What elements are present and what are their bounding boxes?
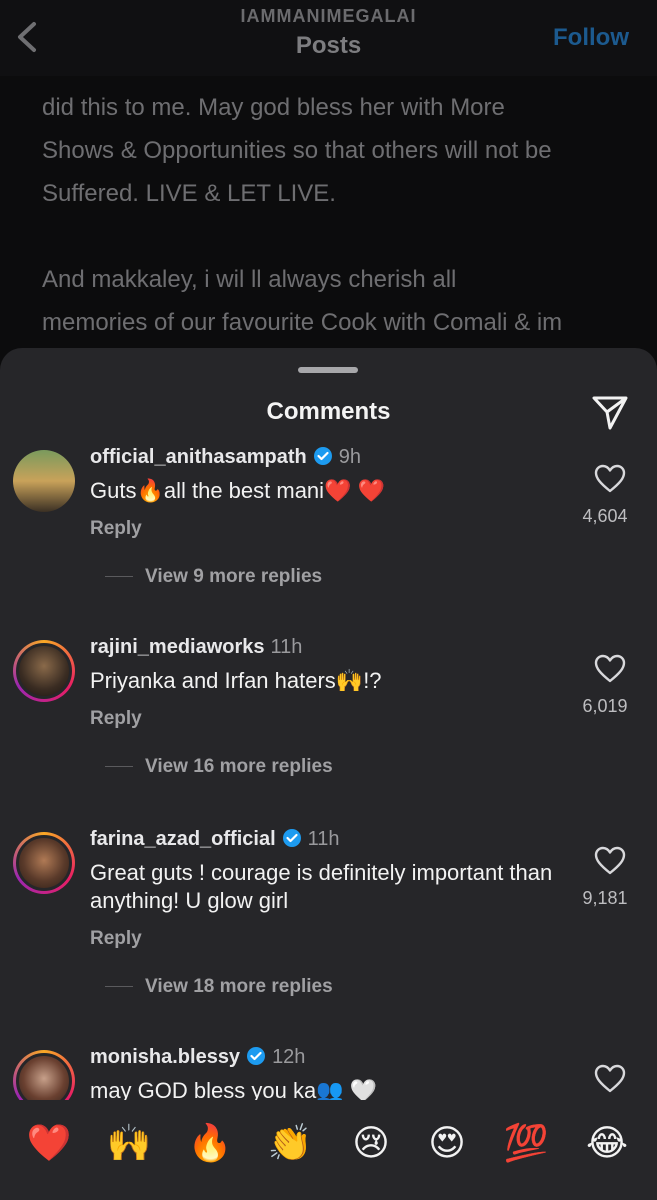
reply-divider — [105, 576, 133, 578]
avatar[interactable] — [13, 640, 75, 702]
emoji-laughing-button[interactable]: 😂 — [582, 1122, 632, 1164]
like-heart-icon[interactable] — [594, 1064, 626, 1094]
view-replies-label: View 9 more replies — [145, 566, 323, 587]
comment-time: 11h — [307, 828, 340, 850]
post-caption-line: did this to me. May god bless her with M… — [42, 94, 505, 121]
like-heart-icon[interactable] — [594, 846, 626, 876]
view-replies-button[interactable]: View 16 more replies — [105, 756, 333, 778]
comment-username[interactable]: farina_azad_official — [90, 828, 276, 850]
view-replies-label: View 16 more replies — [145, 756, 333, 777]
like-count: 6,019 — [582, 696, 628, 716]
share-icon[interactable] — [590, 392, 630, 432]
emoji-heart-eyes-button[interactable]: 😍 — [422, 1122, 472, 1164]
verified-badge-icon — [313, 447, 332, 465]
reply-button[interactable]: Reply — [90, 928, 142, 950]
post-caption-line: Suffered. LIVE & LET LIVE. — [42, 180, 336, 207]
post-caption: did this to me. May god bless her with M… — [42, 48, 632, 344]
avatar[interactable] — [13, 450, 75, 512]
view-replies-button[interactable]: View 18 more replies — [105, 976, 333, 998]
comment-time: 12h — [272, 1046, 306, 1068]
comment-text: Priyanka and Irfan haters🙌!? — [90, 668, 382, 693]
like-count: 9,181 — [582, 888, 628, 908]
comment-header: official_anithasampath 9h — [90, 446, 361, 469]
reply-divider — [105, 986, 133, 988]
post-caption-line: And makkaley, i wil ll always cherish al… — [42, 266, 457, 293]
like-count: 4,604 — [582, 506, 628, 526]
comment-username[interactable]: official_anithasampath — [90, 446, 307, 468]
post-caption-line: Shows & Opportunities so that others wil… — [42, 137, 552, 164]
comment-username[interactable]: rajini_mediaworks — [90, 636, 265, 658]
post-caption-line — [42, 48, 632, 86]
verified-badge-icon — [282, 829, 301, 847]
like-heart-icon[interactable] — [594, 654, 626, 684]
avatar[interactable] — [13, 832, 75, 894]
emoji-fire-button[interactable]: 🔥 — [185, 1122, 235, 1164]
reply-divider — [105, 766, 133, 768]
comment-time: 11h — [270, 636, 303, 658]
emoji-reaction-bar: ❤️ 🙌 🔥 👏 😢 😍 💯 😂 — [0, 1100, 657, 1200]
emoji-heart-button[interactable]: ❤️ — [24, 1122, 74, 1164]
comment-text: Great guts ! courage is definitely impor… — [90, 860, 553, 913]
emoji-crying-button[interactable]: 😢 — [346, 1122, 396, 1164]
comment-header: rajini_mediaworks 11h — [90, 636, 302, 659]
view-replies-button[interactable]: View 9 more replies — [105, 566, 322, 588]
avatar[interactable] — [13, 1050, 75, 1100]
comment-text: may GOD bless you ka👥 🤍 — [90, 1078, 378, 1100]
emoji-hundred-button[interactable]: 💯 — [501, 1122, 551, 1164]
emoji-raised-hands-button[interactable]: 🙌 — [104, 1122, 154, 1164]
sheet-drag-handle[interactable] — [298, 367, 358, 373]
post-caption-gap — [42, 215, 632, 258]
comment-header: farina_azad_official 11h — [90, 828, 340, 851]
view-replies-label: View 18 more replies — [145, 976, 333, 997]
post-caption-line: memories of our favourite Cook with Coma… — [42, 309, 563, 336]
like-heart-icon[interactable] — [594, 464, 626, 494]
verified-badge-icon — [247, 1047, 266, 1065]
reply-button[interactable]: Reply — [90, 708, 142, 730]
comment-username[interactable]: monisha.blessy — [90, 1046, 240, 1068]
comment-time: 9h — [338, 446, 361, 468]
emoji-clap-button[interactable]: 👏 — [265, 1122, 315, 1164]
sheet-title: Comments — [266, 398, 391, 425]
comments-sheet: Comments official_anithasampath 9h Guts🔥a… — [0, 348, 657, 1200]
comments-list: official_anithasampath 9h Guts🔥all the be… — [0, 444, 657, 1100]
comment-text: Guts🔥all the best mani❤️ ❤️ — [90, 478, 385, 503]
comment-header: monisha.blessy 12h — [90, 1046, 305, 1069]
reply-button[interactable]: Reply — [90, 518, 142, 540]
